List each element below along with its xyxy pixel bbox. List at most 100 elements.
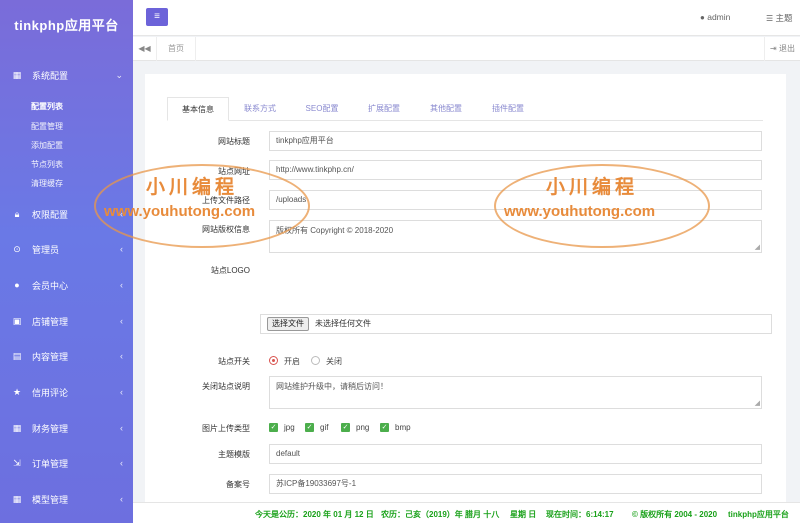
main-content: 基本信息 联系方式 SEO配置 扩展配置 其他配置 插件配置 网站标题 tink… [145, 74, 786, 502]
footer-lunar: 农历：己亥（2019）年 腊月 十八 [381, 510, 500, 519]
sidebar-item-admin[interactable]: ⊙ 管理员 ‹ [0, 239, 133, 259]
tab-basic-info[interactable]: 基本信息 [167, 97, 229, 121]
theme-template-input[interactable]: default [269, 444, 762, 464]
sidebar-item-label: 权限配置 [32, 209, 69, 220]
username: admin [707, 12, 731, 22]
finance-icon: ▦ [12, 422, 22, 433]
watermark-url: www.youhutong.com [504, 203, 656, 220]
checkbox-png[interactable]: ✓ [341, 423, 350, 432]
theme-menu[interactable]: ☰ 主题 [766, 12, 793, 24]
sub-item-node-list[interactable]: 节点列表 [31, 159, 63, 170]
star-icon: ★ [12, 386, 22, 397]
footer: 今天是公历：2020 年 01 月 12 日 农历：己亥（2019）年 腊月 十… [133, 502, 800, 523]
radio-on-label: 开启 [284, 357, 300, 366]
tab-contact[interactable]: 联系方式 [229, 97, 291, 121]
tab-scroll-left-button[interactable]: ◀◀ [133, 37, 157, 61]
theme-icon: ☰ [766, 14, 774, 23]
site-title-label: 网站标题 [218, 137, 250, 146]
sidebar-item-label: 会员中心 [32, 280, 69, 291]
sidebar: tinkphp应用平台 ▦ 系统配置 ⌄ 配置列表 配置管理 添加配置 节点列表… [0, 0, 133, 523]
checkbox-bmp-label: bmp [395, 423, 411, 432]
tab-plugin[interactable]: 插件配置 [477, 97, 539, 121]
sidebar-item-credit[interactable]: ★ 信用评论 ‹ [0, 382, 133, 402]
sidebar-item-order[interactable]: ⇲ 订单管理 ‹ [0, 453, 133, 473]
hamburger-icon: ≡ [154, 11, 160, 22]
checkbox-bmp[interactable]: ✓ [380, 423, 389, 432]
theme-template-label: 主题模版 [218, 450, 250, 459]
content-icon: ▤ [12, 350, 22, 361]
sidebar-item-content[interactable]: ▤ 内容管理 ‹ [0, 346, 133, 366]
chevron-down-icon: ⌄ [115, 69, 123, 80]
page-tab-bar: ◀◀ 首页 ⇥ 退出 [133, 37, 800, 61]
radio-on[interactable] [269, 356, 278, 365]
chevron-left-icon: ‹ [120, 494, 123, 504]
target-icon: ⊙ [13, 243, 21, 254]
form-tabs: 基本信息 联系方式 SEO配置 扩展配置 其他配置 插件配置 [167, 97, 763, 121]
logo-label: 站点LOGO [210, 266, 250, 275]
lock-icon: 🔒︎ [14, 208, 20, 219]
footer-weekday: 星期 日 [510, 510, 537, 519]
footer-date: 今天是公历：2020 年 01 月 12 日 [255, 510, 374, 519]
footer-time: 现在时间：6:14:17 [546, 510, 614, 519]
sidebar-item-label: 财务管理 [32, 423, 69, 434]
close-note-textarea[interactable]: 网站维护升级中，请稍后访问！ ◢ [269, 376, 762, 409]
site-url-input[interactable]: http://www.tinkphp.cn/ [269, 160, 762, 180]
app-title: tinkphp应用平台 [14, 18, 119, 33]
sidebar-item-member[interactable]: ● 会员中心 ‹ [0, 275, 133, 295]
resize-handle-icon[interactable]: ◢ [755, 400, 760, 407]
radio-off[interactable] [311, 356, 320, 365]
tab-seo[interactable]: SEO配置 [291, 97, 353, 121]
store-icon: ▣ [12, 315, 22, 326]
checkbox-jpg[interactable]: ✓ [269, 423, 278, 432]
double-chevron-left-icon: ◀◀ [138, 44, 151, 53]
checkbox-gif[interactable]: ✓ [305, 423, 314, 432]
sidebar-item-label: 模型管理 [32, 494, 69, 505]
sub-item-add-config[interactable]: 添加配置 [31, 140, 63, 151]
tab-home[interactable]: 首页 [157, 37, 196, 61]
icp-input[interactable]: 苏ICP备19033697号-1 [269, 474, 762, 494]
close-note-label: 关闭站点说明 [202, 382, 250, 391]
site-title-input[interactable]: tinkphp应用平台 [269, 131, 762, 151]
site-switch-label: 站点开关 [218, 357, 250, 366]
chevron-left-icon: ‹ [120, 316, 123, 326]
chevron-left-icon: ‹ [120, 280, 123, 290]
sidebar-item-label: 信用评论 [32, 387, 69, 398]
sub-item-config-manage[interactable]: 配置管理 [31, 121, 63, 132]
tab-extension[interactable]: 扩展配置 [353, 97, 415, 121]
choose-file-button[interactable]: 选择文件 [267, 317, 309, 331]
watermark-url: www.youhutong.com [104, 203, 256, 220]
icp-label: 备案号 [226, 480, 250, 489]
exit-button[interactable]: ⇥ 退出 [764, 37, 800, 61]
sidebar-item-label: 内容管理 [32, 351, 69, 362]
sidebar-item-finance[interactable]: ▦ 财务管理 ‹ [0, 418, 133, 438]
resize-handle-icon[interactable]: ◢ [755, 244, 760, 251]
checkbox-png-label: png [356, 423, 370, 432]
sidebar-item-label: 店铺管理 [32, 316, 69, 327]
order-icon: ⇲ [13, 457, 21, 468]
sub-item-clear-cache[interactable]: 清理缓存 [31, 178, 63, 189]
tab-other[interactable]: 其他配置 [415, 97, 477, 121]
sidebar-item-label: 系统配置 [32, 70, 69, 81]
radio-off-label: 关闭 [326, 357, 342, 366]
menu-toggle-button[interactable]: ≡ [146, 8, 168, 26]
logo-file-input[interactable]: 选择文件 未选择任何文件 [260, 314, 772, 334]
top-header: ≡ ● admin ☰ 主题 [133, 0, 800, 36]
sub-item-config-list[interactable]: 配置列表 [31, 101, 63, 112]
file-status: 未选择任何文件 [315, 319, 371, 328]
theme-label: 主题 [775, 13, 793, 23]
user-menu[interactable]: ● admin [700, 12, 730, 22]
model-icon: ▦ [12, 493, 22, 504]
sidebar-item-system-config[interactable]: ▦ 系统配置 ⌄ [0, 65, 133, 85]
sidebar-item-store[interactable]: ▣ 店铺管理 ‹ [0, 311, 133, 331]
chevron-left-icon: ‹ [120, 458, 123, 468]
chevron-left-icon: ‹ [120, 244, 123, 254]
chevron-left-icon: ‹ [120, 423, 123, 433]
sidebar-item-label: 管理员 [32, 244, 60, 255]
watermark-title: 小川编程 [546, 177, 639, 198]
sidebar-item-model[interactable]: ▦ 模型管理 ‹ [0, 489, 133, 509]
close-note-value: 网站维护升级中，请稍后访问！ [276, 382, 388, 391]
watermark-title: 小川编程 [146, 177, 239, 198]
user-icon: ● [14, 280, 20, 290]
chevron-left-icon: ‹ [120, 351, 123, 361]
exit-label: 退出 [778, 44, 795, 53]
